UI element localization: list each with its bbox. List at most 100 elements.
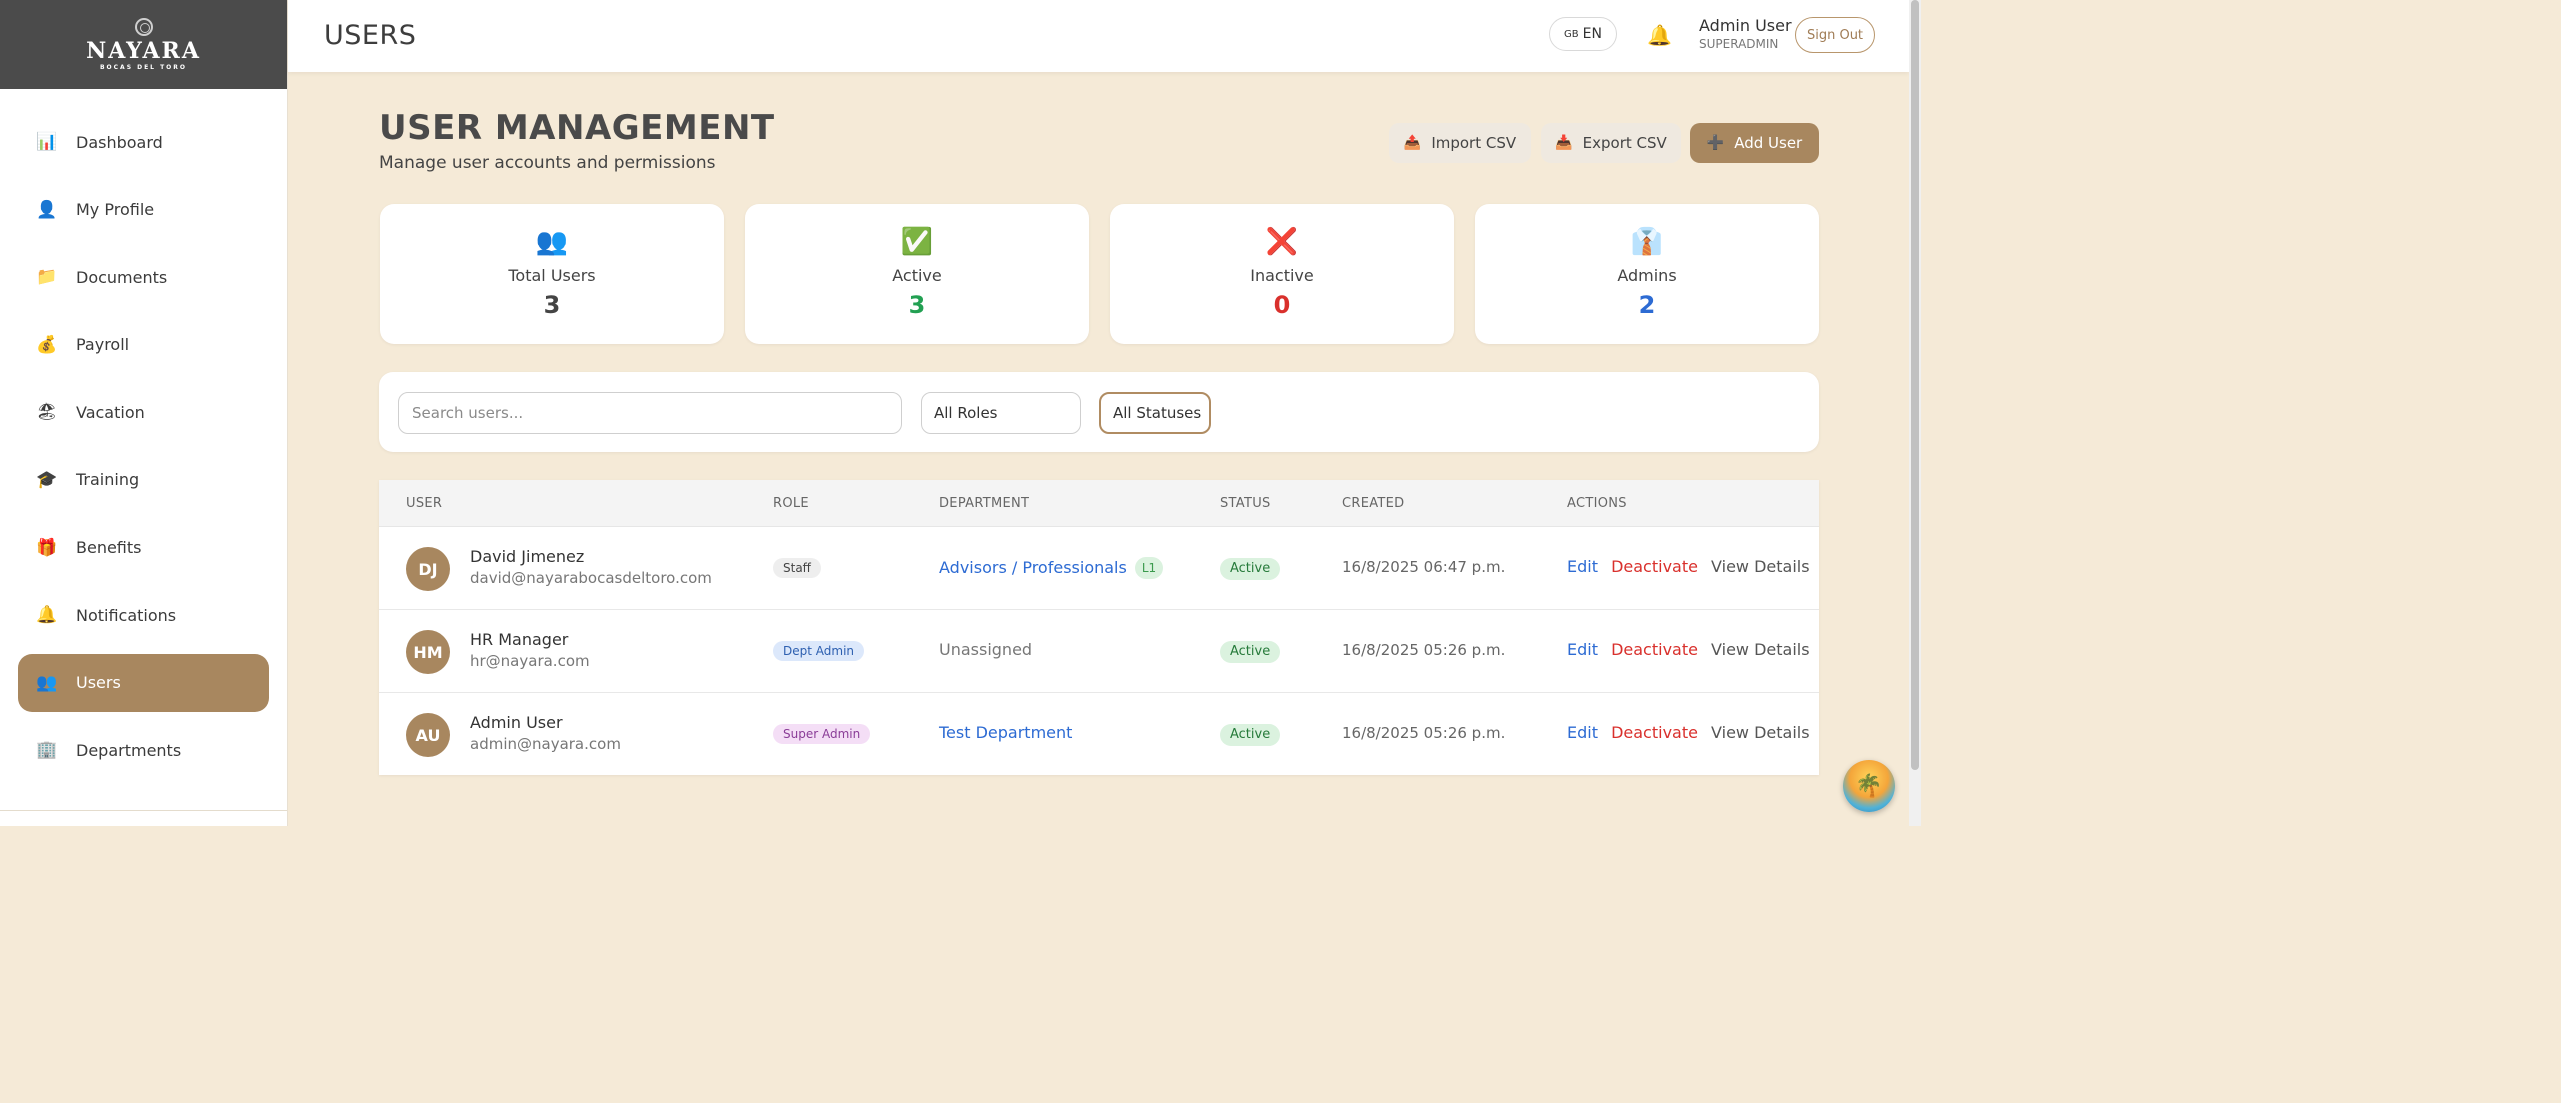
user-email: hr@nayara.com bbox=[470, 652, 590, 670]
user-management-subheading: Manage user accounts and permissions bbox=[379, 153, 716, 173]
created-date: 16/8/2025 06:47 p.m. bbox=[1342, 558, 1506, 576]
logo[interactable]: NAYARA BOCAS DEL TORO bbox=[0, 0, 287, 89]
page-title: USERS bbox=[324, 20, 417, 51]
sidebar-item-label: Training bbox=[76, 470, 140, 490]
user-email: david@nayarabocasdeltoro.com bbox=[470, 569, 712, 587]
status-badge: Active bbox=[1220, 558, 1281, 580]
department-link[interactable]: Test Department bbox=[939, 723, 1072, 742]
department-level-badge: L1 bbox=[1134, 557, 1164, 579]
sidebar-item-benefits[interactable]: 🎁 Benefits bbox=[18, 519, 269, 577]
sidebar-item-dashboard[interactable]: 📊 Dashboard bbox=[18, 113, 269, 171]
sidebar-item-label: Payroll bbox=[76, 335, 130, 355]
department-cell: Advisors / Professionals L1 bbox=[939, 557, 1164, 579]
column-header-created: CREATED bbox=[1342, 496, 1405, 511]
created-date: 16/8/2025 05:26 p.m. bbox=[1342, 724, 1506, 742]
created-date: 16/8/2025 05:26 p.m. bbox=[1342, 641, 1506, 659]
status-badge: Active bbox=[1220, 641, 1281, 663]
avatar: DJ bbox=[406, 547, 450, 591]
add-user-button[interactable]: ➕ Add User bbox=[1690, 123, 1819, 163]
department-cell: Test Department bbox=[939, 723, 1072, 742]
money-bag-icon: 💰 bbox=[36, 334, 58, 355]
profile-icon: 👤 bbox=[36, 199, 58, 220]
row-actions: Edit Deactivate View Details bbox=[1567, 723, 1810, 742]
table-row: AU Admin User admin@nayara.com Super Adm… bbox=[379, 693, 1819, 775]
stat-card-total-users: 👥 Total Users 3 bbox=[380, 204, 724, 344]
role-badge: Staff bbox=[773, 558, 821, 578]
stat-label: Total Users bbox=[508, 266, 596, 285]
export-csv-label: Export CSV bbox=[1582, 134, 1667, 152]
table-row: HM HR Manager hr@nayara.com Dept Admin U… bbox=[379, 610, 1819, 693]
column-header-department: DEPARTMENT bbox=[939, 496, 1030, 511]
users-icon: 👥 bbox=[535, 227, 569, 257]
building-icon: 🏢 bbox=[36, 740, 58, 761]
sidebar-item-label: Dashboard bbox=[76, 132, 163, 152]
stat-card-inactive: ❌ Inactive 0 bbox=[1110, 204, 1454, 344]
stat-value: 3 bbox=[908, 291, 926, 319]
role-filter-select[interactable]: All Roles bbox=[921, 392, 1081, 434]
filter-bar: All Roles All Statuses bbox=[379, 372, 1819, 452]
sidebar-item-label: Documents bbox=[76, 267, 168, 287]
deactivate-link[interactable]: Deactivate bbox=[1611, 640, 1698, 659]
upload-icon: 📤 bbox=[1403, 135, 1422, 151]
checkmark-icon: ✅ bbox=[900, 227, 934, 257]
graduation-cap-icon: 🎓 bbox=[36, 469, 58, 490]
folder-icon: 📁 bbox=[36, 267, 58, 288]
stat-label: Inactive bbox=[1250, 266, 1314, 285]
view-details-link[interactable]: View Details bbox=[1711, 640, 1810, 659]
sidebar-item-label: Departments bbox=[76, 740, 182, 760]
user-management-heading: USER MANAGEMENT bbox=[379, 108, 775, 148]
chart-icon: 📊 bbox=[36, 132, 58, 152]
stat-value: 0 bbox=[1273, 291, 1291, 319]
status-filter-select[interactable]: All Statuses bbox=[1099, 392, 1211, 434]
deactivate-link[interactable]: Deactivate bbox=[1611, 557, 1698, 576]
import-csv-button[interactable]: 📤 Import CSV bbox=[1389, 123, 1531, 163]
column-header-role: ROLE bbox=[773, 496, 809, 511]
stat-label: Active bbox=[892, 266, 942, 285]
sidebar-item-vacation[interactable]: 🏖 Vacation bbox=[18, 383, 269, 441]
edit-link[interactable]: Edit bbox=[1567, 723, 1598, 742]
stat-card-admins: 👔 Admins 2 bbox=[1475, 204, 1819, 344]
search-input[interactable] bbox=[398, 392, 902, 434]
column-header-user: USER bbox=[406, 496, 443, 511]
stat-card-active: ✅ Active 3 bbox=[745, 204, 1089, 344]
suit-icon: 👔 bbox=[1630, 227, 1664, 257]
cross-icon: ❌ bbox=[1265, 227, 1299, 257]
bell-icon: 🔔 bbox=[36, 605, 58, 626]
sidebar-item-my-profile[interactable]: 👤 My Profile bbox=[18, 181, 269, 239]
language-switcher[interactable]: GB EN bbox=[1549, 17, 1617, 51]
sidebar: NAYARA BOCAS DEL TORO 📊 Dashboard 👤 My P… bbox=[0, 0, 288, 826]
sign-out-button[interactable]: Sign Out bbox=[1795, 17, 1875, 53]
column-header-actions: ACTIONS bbox=[1567, 496, 1627, 511]
avatar: AU bbox=[406, 713, 450, 757]
stat-value: 2 bbox=[1638, 291, 1656, 319]
plus-icon: ➕ bbox=[1706, 135, 1725, 151]
flag-icon: GB bbox=[1564, 28, 1579, 40]
department-cell: Unassigned bbox=[939, 640, 1032, 659]
sidebar-item-label: Notifications bbox=[76, 605, 177, 625]
users-icon: 👥 bbox=[36, 672, 58, 693]
department-link[interactable]: Advisors / Professionals bbox=[939, 558, 1127, 577]
logo-icon bbox=[134, 17, 153, 36]
sidebar-item-users[interactable]: 👥 Users bbox=[18, 653, 269, 712]
deactivate-link[interactable]: Deactivate bbox=[1611, 723, 1698, 742]
sidebar-item-departments[interactable]: 🏢 Departments bbox=[18, 721, 269, 779]
edit-link[interactable]: Edit bbox=[1567, 557, 1598, 576]
user-name: HR Manager bbox=[470, 630, 569, 649]
sidebar-item-label: Users bbox=[76, 673, 121, 693]
export-csv-button[interactable]: 📥 Export CSV bbox=[1541, 123, 1681, 163]
notification-bell-icon[interactable]: 🔔 bbox=[1647, 23, 1672, 47]
sidebar-item-payroll[interactable]: 💰 Payroll bbox=[18, 316, 269, 374]
sidebar-item-label: Benefits bbox=[76, 538, 142, 558]
edit-link[interactable]: Edit bbox=[1567, 640, 1598, 659]
beach-icon: 🏖 bbox=[36, 402, 58, 423]
current-user-role: SUPERADMIN bbox=[1699, 37, 1779, 51]
assistant-chat-icon[interactable]: 🌴 bbox=[1843, 760, 1895, 812]
view-details-link[interactable]: View Details bbox=[1711, 557, 1810, 576]
scrollbar-thumb[interactable] bbox=[1911, 0, 1919, 770]
row-actions: Edit Deactivate View Details bbox=[1567, 557, 1810, 576]
sidebar-item-notifications[interactable]: 🔔 Notifications bbox=[18, 586, 269, 644]
sidebar-item-documents[interactable]: 📁 Documents bbox=[18, 248, 269, 306]
users-table: USER ROLE DEPARTMENT STATUS CREATED ACTI… bbox=[379, 480, 1819, 775]
view-details-link[interactable]: View Details bbox=[1711, 723, 1810, 742]
sidebar-item-training[interactable]: 🎓 Training bbox=[18, 451, 269, 509]
